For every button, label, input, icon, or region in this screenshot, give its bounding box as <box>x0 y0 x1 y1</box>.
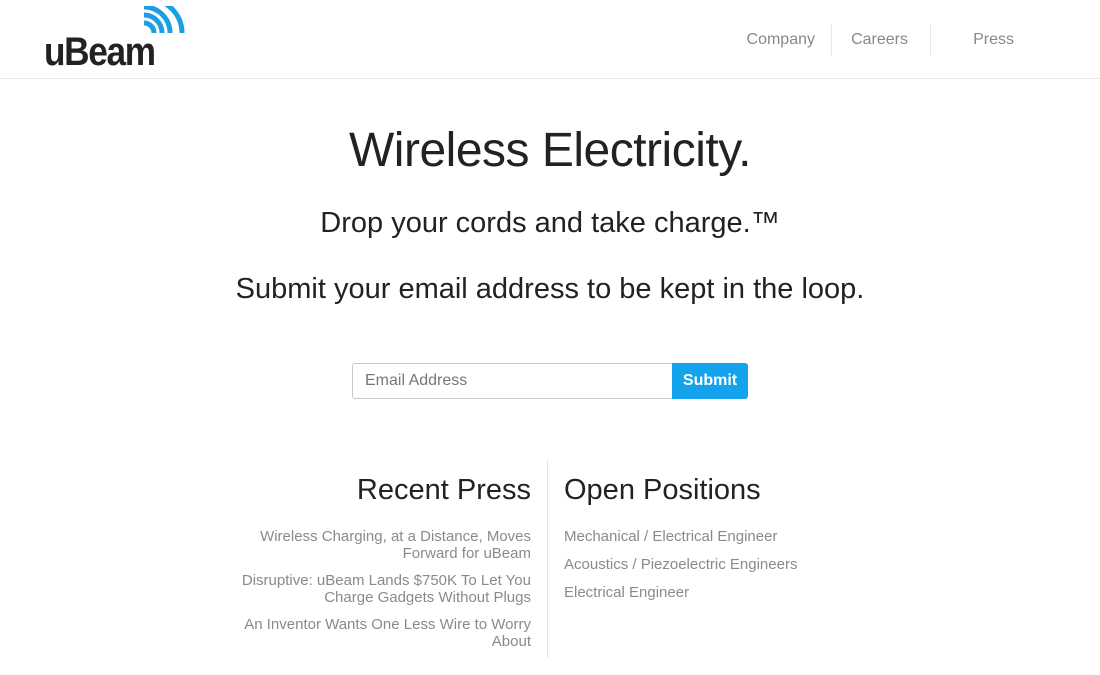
hero-title: Wireless Electricity. <box>349 124 751 177</box>
ubeam-logo[interactable]: uBeam <box>44 6 194 74</box>
recent-press-heading: Recent Press <box>356 474 531 506</box>
open-positions-heading: Open Positions <box>564 474 761 506</box>
submit-button[interactable]: Submit <box>672 363 748 399</box>
position-link[interactable]: Electrical Engineer <box>564 584 868 601</box>
press-link[interactable]: Wireless Charging, at a Distance, Moves … <box>228 528 531 562</box>
recent-press-section: Recent Press Wireless Charging, at a Dis… <box>228 460 548 658</box>
nav-careers[interactable]: Careers <box>831 24 930 56</box>
logo-wordmark: uBeam <box>44 30 156 74</box>
position-link[interactable]: Mechanical / Electrical Engineer <box>564 528 868 545</box>
main-nav: Company Careers Press <box>746 24 1030 56</box>
hero-tagline: Drop your cords and take charge.™ <box>320 207 780 239</box>
nav-press[interactable]: Press <box>930 24 1030 56</box>
site-header: uBeam Company Careers Press <box>0 0 1100 79</box>
email-input[interactable] <box>352 363 672 399</box>
email-signup-form: Submit <box>352 363 748 399</box>
nav-company[interactable]: Company <box>746 24 831 56</box>
open-positions-section: Open Positions Mechanical / Electrical E… <box>548 460 868 658</box>
press-link[interactable]: An Inventor Wants One Less Wire to Worry… <box>228 616 531 650</box>
press-link[interactable]: Disruptive: uBeam Lands $750K To Let You… <box>228 572 531 606</box>
position-link[interactable]: Acoustics / Piezoelectric Engineers <box>564 556 868 573</box>
wireless-signal-icon <box>143 6 185 34</box>
hero-signup-prompt: Submit your email address to be kept in … <box>235 273 865 305</box>
